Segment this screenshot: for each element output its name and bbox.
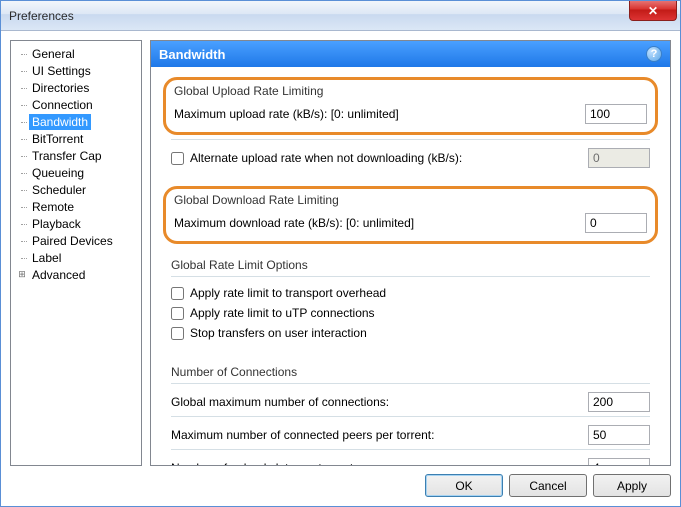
utp-checkbox[interactable] [171, 307, 184, 320]
tree-item-label: Transfer Cap [29, 148, 105, 164]
upload-group: Global Upload Rate Limiting Maximum uplo… [163, 77, 658, 135]
help-icon[interactable]: ? [646, 46, 662, 62]
tree-item-queueing[interactable]: Queueing [13, 164, 139, 181]
tree-item-label: Queueing [29, 165, 87, 181]
close-icon: ✕ [648, 4, 658, 18]
overhead-checkbox[interactable] [171, 287, 184, 300]
tree-item-paired-devices[interactable]: Paired Devices [13, 232, 139, 249]
max-upload-label: Maximum upload rate (kB/s): [0: unlimite… [174, 107, 585, 121]
tree-item-label: Playback [29, 216, 84, 232]
tree-item-label: Label [29, 250, 64, 266]
window-title: Preferences [9, 9, 74, 23]
tree-item-label: Paired Devices [29, 233, 116, 249]
cancel-button[interactable]: Cancel [509, 474, 587, 497]
ok-button[interactable]: OK [425, 474, 503, 497]
tree-item-label: Advanced [29, 267, 88, 283]
slots-label: Number of upload slots per torrent: [171, 461, 588, 465]
alt-upload-checkbox[interactable] [171, 152, 184, 165]
stop-label: Stop transfers on user interaction [190, 326, 367, 340]
panel-body: Global Upload Rate Limiting Maximum uplo… [151, 67, 670, 465]
tree-item-remote[interactable]: Remote [13, 198, 139, 215]
tree-item-general[interactable]: General [13, 45, 139, 62]
global-connections-input[interactable] [588, 392, 650, 412]
options-group-title: Global Rate Limit Options [171, 258, 650, 272]
tree-item-label: Remote [29, 199, 77, 215]
tree-item-label: Bandwidth [29, 114, 91, 130]
tree-item-label: UI Settings [29, 63, 94, 79]
connections-group: Number of Connections Global maximum num… [163, 359, 658, 465]
global-connections-label: Global maximum number of connections: [171, 395, 588, 409]
tree-item-connection[interactable]: Connection [13, 96, 139, 113]
tree-item-directories[interactable]: Directories [13, 79, 139, 96]
max-download-input[interactable] [585, 213, 647, 233]
tree-item-label: Directories [29, 80, 92, 96]
stop-checkbox[interactable] [171, 327, 184, 340]
apply-button[interactable]: Apply [593, 474, 671, 497]
close-button[interactable]: ✕ [629, 1, 677, 21]
tree-item-scheduler[interactable]: Scheduler [13, 181, 139, 198]
titlebar: Preferences ✕ [1, 1, 680, 31]
tree-item-label: Connection [29, 97, 96, 113]
panel-header: Bandwidth ? [151, 41, 670, 67]
tree-item-bandwidth[interactable]: Bandwidth [13, 113, 139, 130]
alt-upload-label: Alternate upload rate when not downloadi… [190, 151, 462, 165]
tree-item-advanced[interactable]: ⊞Advanced [13, 266, 139, 283]
dialog-buttons: OK Cancel Apply [10, 466, 671, 497]
alt-upload-input [588, 148, 650, 168]
max-download-label: Maximum download rate (kB/s): [0: unlimi… [174, 216, 585, 230]
alt-upload-group: Alternate upload rate when not downloadi… [163, 139, 658, 178]
utp-label: Apply rate limit to uTP connections [190, 306, 375, 320]
peers-label: Maximum number of connected peers per to… [171, 428, 588, 442]
download-group-title: Global Download Rate Limiting [174, 193, 647, 207]
download-group: Global Download Rate Limiting Maximum do… [163, 186, 658, 244]
category-tree[interactable]: GeneralUI SettingsDirectoriesConnectionB… [10, 40, 142, 466]
tree-item-label: BitTorrent [29, 131, 86, 147]
tree-item-label: General [29, 46, 78, 62]
tree-item-playback[interactable]: Playback [13, 215, 139, 232]
options-group: Global Rate Limit Options Apply rate lim… [163, 252, 658, 351]
upload-group-title: Global Upload Rate Limiting [174, 84, 647, 98]
panel-title: Bandwidth [159, 47, 225, 62]
slots-input[interactable] [588, 458, 650, 465]
tree-item-label[interactable]: Label [13, 249, 139, 266]
peers-input[interactable] [588, 425, 650, 445]
settings-panel: Bandwidth ? Global Upload Rate Limiting … [150, 40, 671, 466]
max-upload-input[interactable] [585, 104, 647, 124]
tree-item-transfer-cap[interactable]: Transfer Cap [13, 147, 139, 164]
tree-item-ui-settings[interactable]: UI Settings [13, 62, 139, 79]
tree-expand-icon[interactable]: ⊞ [15, 269, 29, 280]
connections-group-title: Number of Connections [171, 365, 650, 379]
tree-item-label: Scheduler [29, 182, 89, 198]
overhead-label: Apply rate limit to transport overhead [190, 286, 386, 300]
tree-item-bittorrent[interactable]: BitTorrent [13, 130, 139, 147]
